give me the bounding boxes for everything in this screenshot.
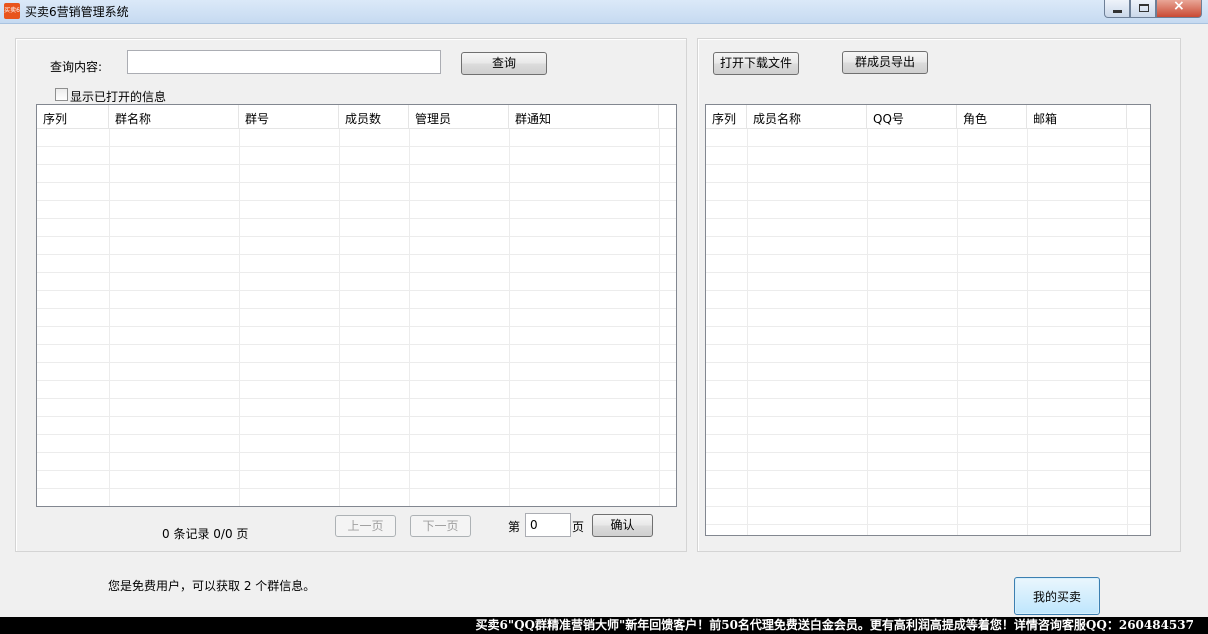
grid-line (339, 129, 340, 506)
prev-page-button[interactable]: 上一页 (335, 515, 396, 537)
grid-line (1027, 129, 1028, 535)
page-suffix-label: 页 (572, 520, 585, 534)
maximize-icon (1139, 4, 1149, 12)
open-download-button[interactable]: 打开下载文件 (713, 52, 799, 75)
grid-line (659, 129, 660, 506)
promo-text: 买卖6"QQ群精准营销大师"新年回馈客户！前50名代理免费送白金会员。更有高利润… (475, 618, 1194, 632)
confirm-page-button[interactable]: 确认 (592, 514, 653, 537)
title-bar: 买卖6 买卖6营销管理系统 × (0, 0, 1208, 24)
column-header-index[interactable]: 序列 (37, 105, 109, 129)
minimize-button[interactable] (1104, 0, 1130, 18)
record-summary: 0 条记录 0/0 页 (162, 527, 249, 541)
group-table-body (37, 129, 676, 506)
column-header-email[interactable]: 邮箱 (1027, 105, 1127, 129)
column-header-admin[interactable]: 管理员 (409, 105, 509, 129)
maximize-button[interactable] (1130, 0, 1156, 18)
column-header-group-number[interactable]: 群号 (239, 105, 339, 129)
user-status-text: 您是免费用户，可以获取 2 个群信息。 (108, 579, 316, 593)
grid-line (747, 129, 748, 535)
column-header-group-name[interactable]: 群名称 (109, 105, 239, 129)
window-controls: × (1104, 0, 1202, 18)
export-members-button[interactable]: 群成员导出 (842, 51, 928, 74)
close-button[interactable]: × (1156, 0, 1202, 18)
column-header-index[interactable]: 序列 (706, 105, 747, 129)
column-header-member-name[interactable]: 成员名称 (747, 105, 867, 129)
grid-line (509, 129, 510, 506)
member-table-header: 序列 成员名称 QQ号 角色 邮箱 (706, 105, 1150, 129)
member-table-body (706, 129, 1150, 535)
member-table[interactable]: 序列 成员名称 QQ号 角色 邮箱 (705, 104, 1151, 536)
column-header-qq-number[interactable]: QQ号 (867, 105, 957, 129)
grid-line (239, 129, 240, 506)
window-title: 买卖6营销管理系统 (25, 5, 129, 19)
app-icon: 买卖6 (4, 3, 20, 19)
group-table[interactable]: 序列 群名称 群号 成员数 管理员 群通知 (36, 104, 677, 507)
minimize-icon (1113, 10, 1122, 13)
promo-marquee: 买卖6"QQ群精准营销大师"新年回馈客户！前50名代理免费送白金会员。更有高利润… (0, 617, 1208, 634)
page-prefix-label: 第 (508, 520, 521, 534)
column-header-group-notice[interactable]: 群通知 (509, 105, 659, 129)
page-number-input[interactable] (525, 513, 571, 537)
grid-line (957, 129, 958, 535)
close-icon: × (1173, 0, 1185, 14)
column-header-role[interactable]: 角色 (957, 105, 1027, 129)
grid-line (409, 129, 410, 506)
show-opened-label: 显示已打开的信息 (70, 90, 167, 104)
grid-line (1127, 129, 1128, 535)
search-input[interactable] (127, 50, 441, 74)
show-opened-checkbox[interactable] (55, 88, 68, 101)
grid-line (867, 129, 868, 535)
my-purchase-button[interactable]: 我的买卖 (1014, 577, 1100, 615)
column-header-member-count[interactable]: 成员数 (339, 105, 409, 129)
next-page-button[interactable]: 下一页 (410, 515, 471, 537)
search-label: 查询内容: (50, 60, 103, 74)
group-table-header: 序列 群名称 群号 成员数 管理员 群通知 (37, 105, 676, 129)
search-button[interactable]: 查询 (461, 52, 547, 75)
grid-line (109, 129, 110, 506)
